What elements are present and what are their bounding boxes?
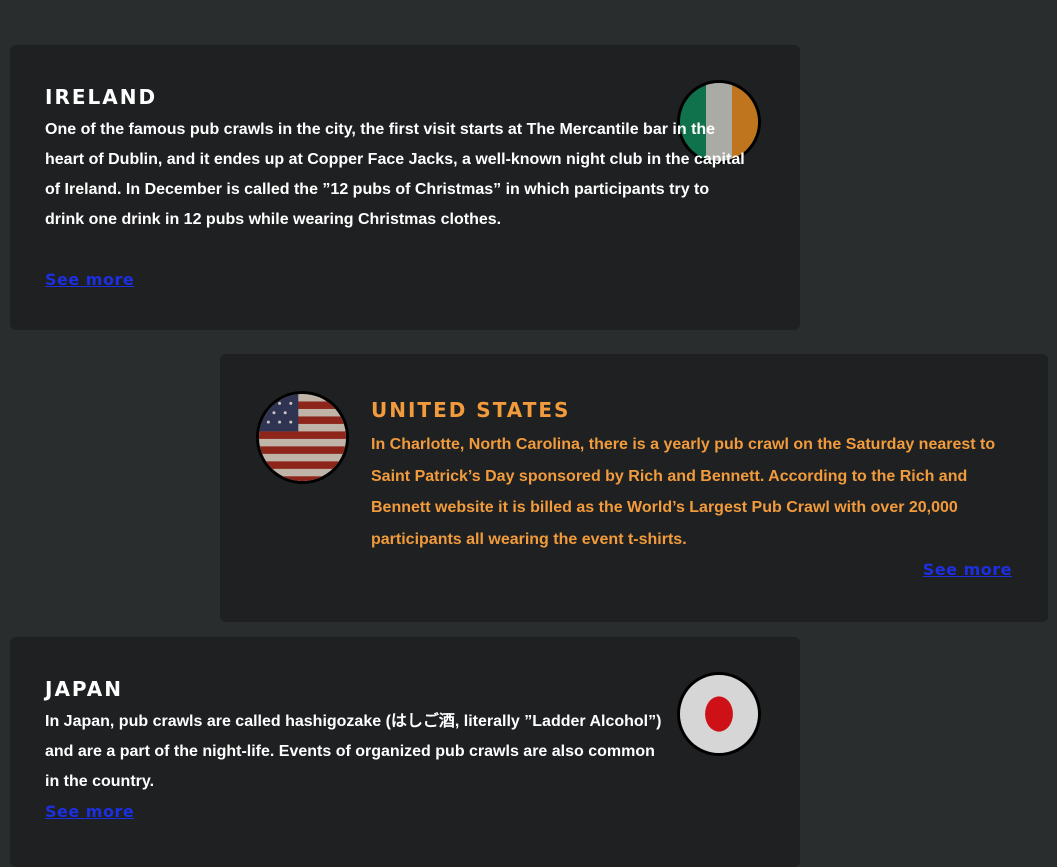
card-title: IRELAND <box>45 85 158 109</box>
see-more-link[interactable]: See more <box>45 802 134 821</box>
card-title: UNITED STATES <box>371 398 571 422</box>
card-title: JAPAN <box>45 677 123 701</box>
see-more-link[interactable]: See more <box>45 270 134 289</box>
card-japan: JAPAN In Japan, pub crawls are called ha… <box>10 637 800 867</box>
japan-flag-icon <box>677 672 761 756</box>
card-ireland: IRELAND One of the famous pub crawls in … <box>10 45 800 330</box>
card-united-states: UNITED STATES In Charlotte, North Caroli… <box>220 354 1048 622</box>
card-description: In Japan, pub crawls are called hashigoz… <box>45 707 665 797</box>
card-description: One of the famous pub crawls in the city… <box>45 115 745 235</box>
card-description: In Charlotte, North Carolina, there is a… <box>256 429 1016 555</box>
description-text: In Japan, pub crawls are called hashigoz… <box>45 713 662 790</box>
see-more-link[interactable]: See more <box>923 560 1012 579</box>
description-text: One of the famous pub crawls in the city… <box>45 121 745 228</box>
description-text: In Charlotte, North Carolina, there is a… <box>371 436 996 548</box>
